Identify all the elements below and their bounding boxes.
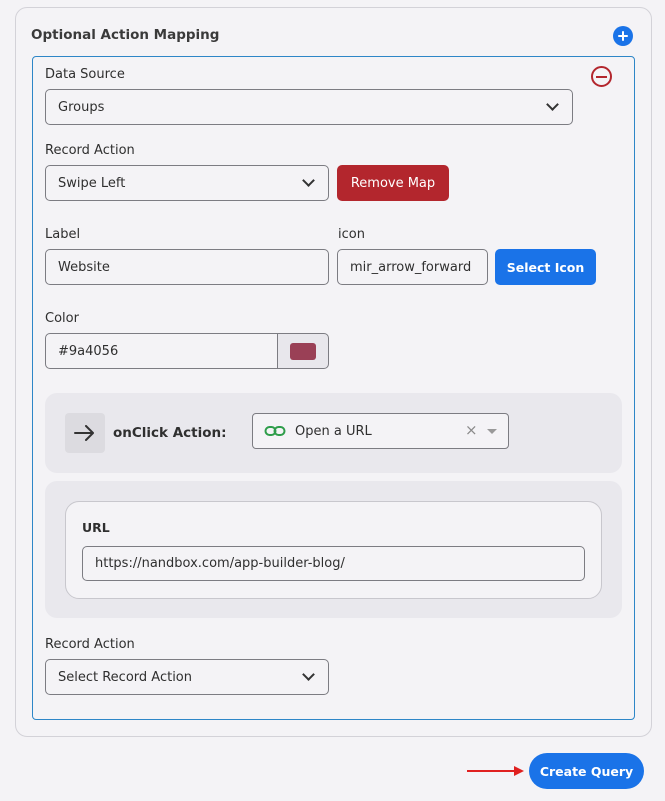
record-action-value: Swipe Left xyxy=(58,175,126,191)
record-action-select[interactable]: Swipe Left xyxy=(45,165,329,201)
remove-map-button[interactable]: Remove Map xyxy=(337,165,449,201)
label-input-value: Website xyxy=(58,259,110,275)
url-label: URL xyxy=(82,520,110,535)
record-action-label: Record Action xyxy=(45,143,135,158)
chevron-down-icon xyxy=(302,668,315,681)
color-input[interactable]: #9a4056 xyxy=(45,333,278,369)
label-field-label: Label xyxy=(45,227,81,242)
onclick-action-value: Open a URL xyxy=(295,424,372,439)
icon-input-value: mir_arrow_forward xyxy=(350,259,472,275)
color-swatch xyxy=(290,342,316,360)
label-input[interactable]: Website xyxy=(45,249,329,285)
record-action-2-label: Record Action xyxy=(45,637,135,652)
close-icon[interactable]: × xyxy=(465,421,478,439)
onclick-action-label: onClick Action: xyxy=(113,425,227,441)
caret-down-icon[interactable] xyxy=(487,429,497,434)
onclick-action-select[interactable]: Open a URL × xyxy=(252,413,509,449)
color-picker-button[interactable] xyxy=(277,333,329,369)
data-source-select[interactable]: Groups xyxy=(45,89,573,125)
red-arrow-icon xyxy=(466,763,526,782)
remove-mapping-minus-icon[interactable] xyxy=(591,66,612,87)
link-icon xyxy=(264,422,286,444)
chevron-down-icon xyxy=(546,98,559,111)
create-query-button[interactable]: Create Query xyxy=(529,753,644,789)
icon-field-label: icon xyxy=(338,227,365,242)
color-field-label: Color xyxy=(45,311,79,326)
record-action-2-value: Select Record Action xyxy=(58,669,192,685)
section-title: Optional Action Mapping xyxy=(31,27,220,43)
select-icon-button[interactable]: Select Icon xyxy=(495,249,596,285)
record-action-2-select[interactable]: Select Record Action xyxy=(45,659,329,695)
url-input[interactable]: https://nandbox.com/app-builder-blog/ xyxy=(82,546,585,581)
data-source-value: Groups xyxy=(58,99,105,115)
add-mapping-plus-icon[interactable] xyxy=(613,26,633,46)
arrow-right-icon xyxy=(65,413,105,453)
color-input-value: #9a4056 xyxy=(58,343,119,359)
chevron-down-icon xyxy=(302,174,315,187)
data-source-label: Data Source xyxy=(45,67,125,82)
icon-input[interactable]: mir_arrow_forward xyxy=(337,249,488,285)
url-input-value: https://nandbox.com/app-builder-blog/ xyxy=(95,556,345,571)
